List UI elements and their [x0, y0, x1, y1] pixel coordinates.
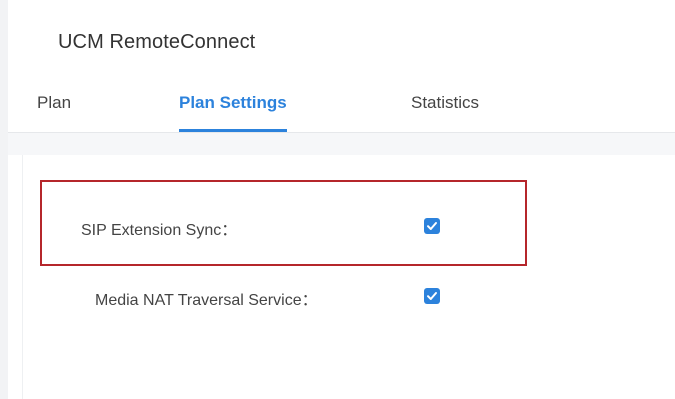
sip-extension-sync-label: SIP Extension Sync： [81, 222, 238, 239]
media-nat-traversal-checkbox[interactable] [424, 288, 440, 304]
page-title: UCM RemoteConnect [58, 31, 256, 53]
tab-plan[interactable]: Plan [37, 88, 71, 130]
content-top-gutter [8, 133, 675, 155]
checkmark-icon [427, 292, 437, 300]
checkmark-icon [427, 222, 437, 230]
tab-bar: Plan Plan Settings Statistics [8, 88, 675, 133]
sip-extension-sync-checkbox[interactable] [424, 218, 440, 234]
media-nat-traversal-label: Media NAT Traversal Service： [95, 292, 318, 309]
tab-plan-settings[interactable]: Plan Settings [179, 88, 287, 132]
page-frame: UCM RemoteConnect Plan Plan Settings Sta… [0, 0, 675, 399]
tab-statistics[interactable]: Statistics [411, 88, 479, 130]
left-edge [0, 0, 8, 399]
